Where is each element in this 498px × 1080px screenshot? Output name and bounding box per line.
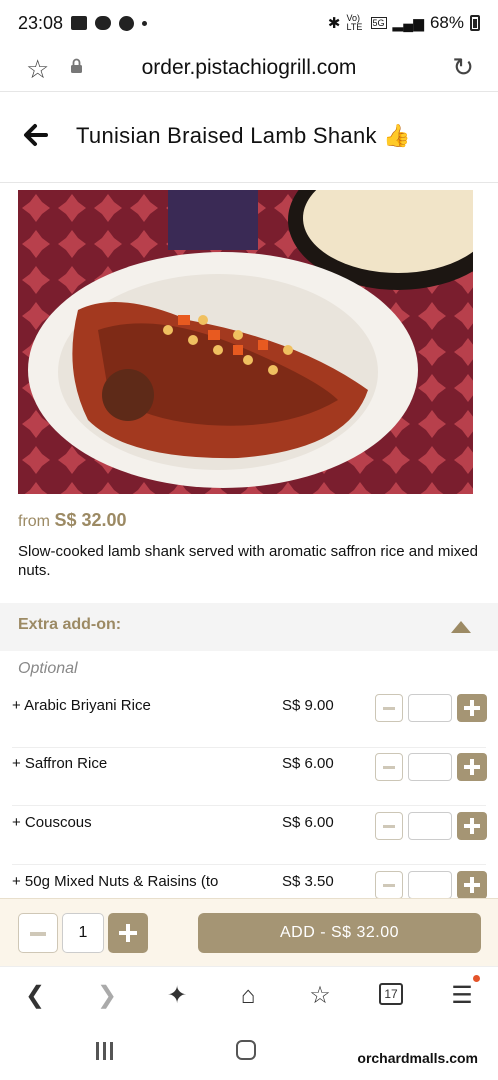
decrease-button[interactable] [375, 694, 403, 722]
addon-stepper [375, 812, 487, 840]
bluetooth-icon: ✱ [327, 15, 341, 32]
addon-row: + Couscous S$ 6.00 [12, 807, 487, 865]
dish-image [18, 190, 473, 494]
browser-back-icon[interactable]: ❮ [18, 979, 52, 1013]
decrease-button[interactable] [375, 753, 403, 781]
back-arrow-icon[interactable] [22, 121, 50, 149]
quantity-input[interactable] [408, 871, 452, 899]
browser-forward-icon[interactable]: ❯ [90, 979, 124, 1013]
order-increase-button[interactable] [108, 913, 148, 953]
decrease-button[interactable] [375, 812, 403, 840]
addon-section-title: Extra add-on: [18, 616, 122, 633]
signal-icon: ▂▄▆ [392, 14, 424, 31]
gallery-icon [71, 16, 88, 30]
optional-label: Optional [18, 660, 78, 677]
order-bar: 1 ADD - S$ 32.00 [0, 898, 498, 966]
collapse-caret-icon[interactable] [451, 621, 471, 633]
addon-price: S$ 9.00 [282, 697, 334, 714]
status-time: 23:08 [18, 12, 64, 33]
price-line: from S$ 32.00 [18, 510, 127, 531]
browser-url-bar: ☆ order.pistachiogrill.com ↻ [0, 46, 498, 92]
increase-button[interactable] [457, 871, 487, 899]
url-text[interactable]: order.pistachiogrill.com [0, 56, 498, 80]
browser-toolbar: ❮ ❯ ✦ ⌂ ☆ 17 ☰ [0, 966, 498, 1024]
addon-stepper [375, 871, 487, 899]
decrease-button[interactable] [375, 871, 403, 899]
addon-stepper [375, 694, 487, 722]
system-nav-bar: orchardmalls.com [0, 1024, 498, 1080]
addon-section-header[interactable]: Extra add-on: [0, 603, 498, 651]
addon-row: + Saffron Rice S$ 6.00 [12, 748, 487, 806]
messenger-icon [119, 15, 135, 31]
bookmarks-star-icon[interactable]: ☆ [303, 979, 337, 1013]
addon-row: + Arabic Briyani Rice S$ 9.00 [12, 690, 487, 748]
recent-apps-icon[interactable] [96, 1042, 118, 1060]
sparkle-icon[interactable]: ✦ [160, 979, 194, 1013]
order-quantity-input[interactable]: 1 [62, 913, 104, 953]
home-icon[interactable]: ⌂ [231, 979, 265, 1013]
dish-description: Slow-cooked lamb shank served with aroma… [18, 543, 478, 579]
page-header: Tunisian Braised Lamb Shank 👍 [0, 93, 498, 183]
menu-icon[interactable]: ☰ [445, 979, 479, 1013]
add-to-order-button[interactable]: ADD - S$ 32.00 [198, 913, 481, 953]
addon-name: + Saffron Rice [12, 755, 108, 772]
quantity-input[interactable] [408, 694, 452, 722]
addon-price: S$ 6.00 [282, 814, 334, 831]
increase-button[interactable] [457, 812, 487, 840]
addon-name: + Couscous [12, 814, 92, 831]
order-decrease-button[interactable] [18, 913, 58, 953]
status-bar: 23:08 ✱ Vo) LTE 5G ▂▄▆ 68% [0, 0, 498, 46]
addon-price: S$ 6.00 [282, 755, 334, 772]
more-notifications-icon [142, 20, 148, 26]
reload-icon[interactable]: ↻ [452, 52, 474, 83]
addon-price: S$ 3.50 [282, 873, 334, 890]
battery-icon [470, 15, 480, 31]
addon-stepper [375, 753, 487, 781]
network-gen-label: 5G [370, 17, 387, 29]
system-home-icon[interactable] [236, 1040, 256, 1060]
increase-button[interactable] [457, 694, 487, 722]
quantity-input[interactable] [408, 753, 452, 781]
battery-percent: 68% [429, 13, 464, 32]
price-prefix: from [18, 513, 50, 530]
menu-notification-dot [473, 975, 480, 982]
quantity-input[interactable] [408, 812, 452, 840]
addon-name: + Arabic Briyani Rice [12, 697, 151, 714]
watermark: orchardmalls.com [357, 1050, 478, 1066]
page-title: Tunisian Braised Lamb Shank 👍 [76, 123, 411, 148]
increase-button[interactable] [457, 753, 487, 781]
cloud-icon [95, 16, 112, 30]
tab-count-icon[interactable]: 17 [379, 983, 403, 1005]
network-label: Vo) LTE [346, 13, 363, 32]
price-amount: S$ 32.00 [54, 510, 127, 530]
addon-name: + 50g Mixed Nuts & Raisins (to [12, 873, 219, 890]
